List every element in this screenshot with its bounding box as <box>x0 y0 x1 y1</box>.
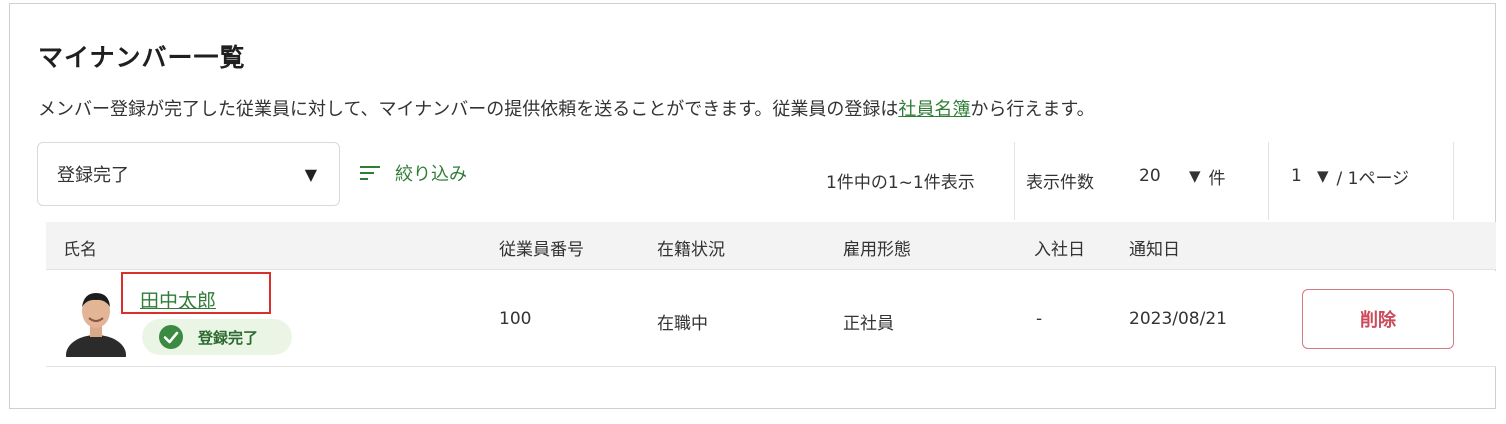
status-badge-label: 登録完了 <box>198 328 259 347</box>
cell-notice-date: 2023/08/21 <box>1129 309 1227 329</box>
caret-down-icon: ▼ <box>1317 167 1329 185</box>
divider <box>1268 142 1269 220</box>
status-badge: 登録完了 <box>142 319 292 355</box>
divider <box>1453 142 1454 220</box>
filter-label: 絞り込み <box>395 164 467 185</box>
check-circle-icon <box>159 325 183 349</box>
description-text: メンバー登録が完了した従業員に対して、マイナンバーの提供依頼を送ることができます… <box>38 99 899 120</box>
status-filter-select[interactable]: 登録完了 ▼ <box>37 142 340 206</box>
cell-employee-no: 100 <box>499 309 532 329</box>
result-count-text: 1件中の1~1件表示 <box>826 173 975 193</box>
header-status: 在籍状況 <box>657 240 725 260</box>
per-page-value: 20 <box>1139 166 1161 186</box>
header-join-date: 入社日 <box>1034 240 1085 260</box>
per-page-select[interactable]: 20 ▼ 件 <box>1131 160 1253 192</box>
divider <box>1014 142 1015 220</box>
page-value: 1 <box>1291 166 1302 186</box>
page-description: メンバー登録が完了した従業員に対して、マイナンバーの提供依頼を送ることができます… <box>38 95 1095 121</box>
list-toolbar: 登録完了 ▼ 絞り込み 1件中の1~1件表示 表示件数 20 ▼ 件 1 ▼ /… <box>37 142 1454 220</box>
table-header: 氏名 従業員番号 在籍状況 雇用形態 入社日 通知日 <box>46 222 1496 270</box>
employee-roster-link[interactable]: 社員名簿 <box>898 99 970 120</box>
description-text-end: から行えます。 <box>970 99 1095 120</box>
employee-name-highlight: 田中太郎 <box>121 272 271 314</box>
page-title: マイナンバー一覧 <box>38 43 246 72</box>
per-page-label: 表示件数 <box>1026 173 1094 193</box>
caret-down-icon: ▼ <box>1189 167 1201 185</box>
filter-button[interactable]: 絞り込み <box>359 160 467 186</box>
table-row: 田中太郎 登録完了 100 在職中 正社員 - 2023/08/21 削除 <box>46 271 1496 367</box>
per-page-unit: 件 <box>1208 168 1226 189</box>
delete-button[interactable]: 削除 <box>1302 289 1454 349</box>
header-name: 氏名 <box>63 240 97 260</box>
status-filter-value: 登録完了 <box>57 165 129 186</box>
filter-lines-icon <box>360 166 380 180</box>
cell-status: 在職中 <box>657 314 708 334</box>
caret-down-icon: ▼ <box>304 165 317 184</box>
header-employment-type: 雇用形態 <box>843 240 911 260</box>
header-notice-date: 通知日 <box>1129 240 1180 260</box>
header-employee-no: 従業員番号 <box>499 240 584 260</box>
employee-name-link[interactable]: 田中太郎 <box>140 290 216 312</box>
cell-employment-type: 正社員 <box>843 314 894 334</box>
cell-join-date: - <box>1036 309 1043 329</box>
page-total: / 1ページ <box>1336 168 1410 189</box>
page-select[interactable]: 1 ▼ / 1ページ <box>1287 160 1447 192</box>
